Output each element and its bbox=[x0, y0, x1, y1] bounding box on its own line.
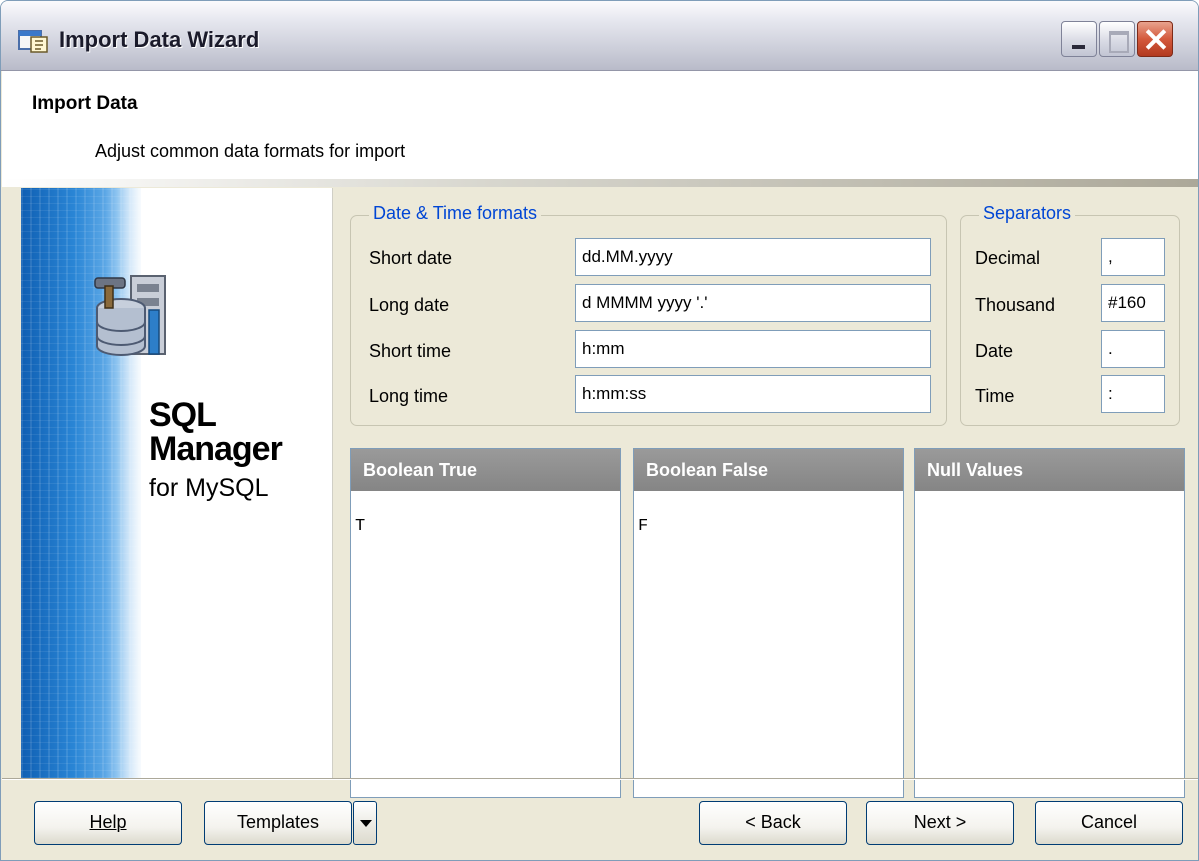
help-button[interactable]: Help bbox=[34, 801, 182, 845]
separators-legend: Separators bbox=[979, 203, 1076, 224]
minimize-button[interactable] bbox=[1061, 21, 1097, 57]
short-date-input[interactable]: dd.MM.yyyy bbox=[575, 238, 931, 276]
long-time-label: Long time bbox=[369, 386, 449, 406]
templates-dropdown-arrow-icon[interactable] bbox=[353, 801, 377, 845]
boolean-false-header: Boolean False bbox=[634, 449, 903, 491]
templates-button[interactable]: Templates bbox=[204, 801, 352, 845]
next-button-label: Next > bbox=[913, 812, 967, 832]
next-button[interactable]: Next > bbox=[866, 801, 1014, 845]
cancel-button[interactable]: Cancel bbox=[1035, 801, 1183, 845]
import-data-wizard-window: Import Data Wizard Import Data Adjust co… bbox=[0, 0, 1199, 861]
date-separator-input[interactable]: . bbox=[1101, 330, 1165, 368]
cancel-button-label: Cancel bbox=[1080, 812, 1138, 832]
decimal-separator-label: Decimal bbox=[975, 248, 1041, 268]
null-values-list[interactable]: Null Values bbox=[914, 448, 1185, 798]
thousand-separator-label: Thousand bbox=[975, 295, 1056, 315]
short-time-label: Short time bbox=[369, 341, 452, 361]
null-values-header: Null Values bbox=[915, 449, 1184, 491]
database-tools-icon bbox=[94, 275, 166, 357]
short-date-label: Short date bbox=[369, 248, 453, 268]
title-bar[interactable]: Import Data Wizard bbox=[1, 1, 1198, 71]
wizard-app-icon bbox=[18, 30, 48, 53]
help-button-label: Help bbox=[89, 812, 127, 832]
product-banner: SQL Manager for MySQL bbox=[21, 188, 333, 778]
time-separator-label: Time bbox=[975, 386, 1015, 406]
boolean-true-header: Boolean True bbox=[351, 449, 620, 491]
back-button[interactable]: < Back bbox=[699, 801, 847, 845]
maximize-button[interactable] bbox=[1099, 21, 1135, 57]
long-date-label: Long date bbox=[369, 295, 450, 315]
decimal-separator-input[interactable]: , bbox=[1101, 238, 1165, 276]
brand-line-3: for MySQL bbox=[149, 474, 269, 502]
short-time-input[interactable]: h:mm bbox=[575, 330, 931, 368]
step-title: Import Data bbox=[32, 93, 138, 114]
date-time-legend: Date & Time formats bbox=[369, 203, 542, 224]
wizard-header: Import Data Adjust common data formats f… bbox=[2, 71, 1198, 179]
back-button-label: < Back bbox=[745, 812, 801, 832]
thousand-separator-input[interactable]: #160 bbox=[1101, 284, 1165, 322]
header-divider bbox=[2, 179, 1198, 187]
long-date-input[interactable]: d MMMM yyyy '.' bbox=[575, 284, 931, 322]
time-separator-input[interactable]: : bbox=[1101, 375, 1165, 413]
boolean-false-list[interactable]: Boolean False F bbox=[633, 448, 904, 798]
brand-line-2: Manager bbox=[149, 430, 283, 468]
templates-button-label: Templates bbox=[236, 812, 320, 832]
brand-line-1: SQL bbox=[149, 396, 217, 434]
boolean-false-value[interactable]: F bbox=[638, 517, 648, 536]
close-button[interactable] bbox=[1137, 21, 1173, 57]
window-title: Import Data Wizard bbox=[59, 27, 260, 52]
footer-divider bbox=[2, 778, 1198, 780]
long-time-input[interactable]: h:mm:ss bbox=[575, 375, 931, 413]
date-separator-label: Date bbox=[975, 341, 1014, 361]
boolean-true-list[interactable]: Boolean True T bbox=[350, 448, 621, 798]
step-description: Adjust common data formats for import bbox=[95, 141, 406, 161]
boolean-true-value[interactable]: T bbox=[355, 517, 365, 536]
